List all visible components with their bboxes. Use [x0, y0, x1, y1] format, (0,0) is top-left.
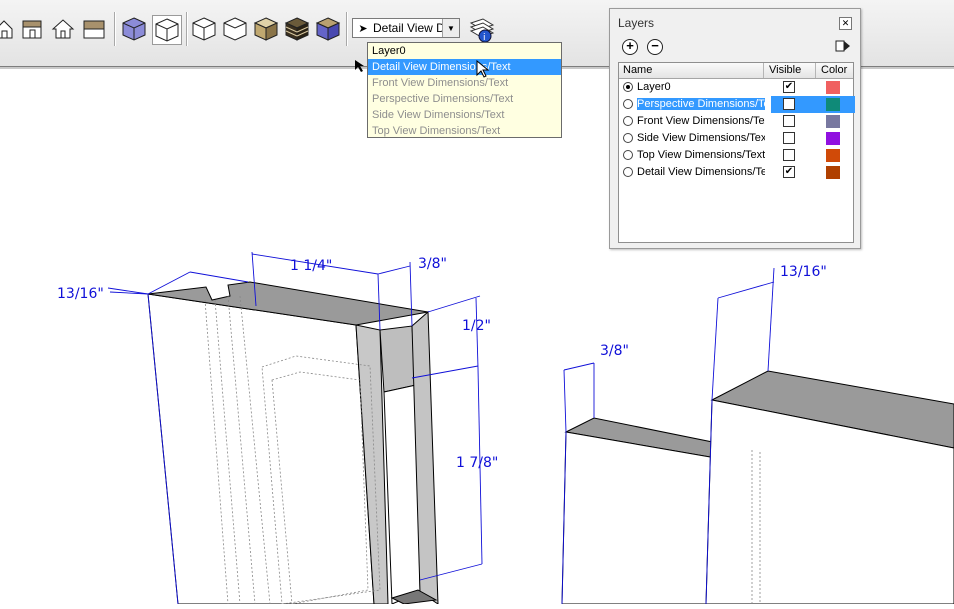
layers-list: Layer0 ✔ Perspective Dimensions/Te Front Vi… [619, 79, 855, 181]
layer-name[interactable]: Front View Dimensions/Tex [637, 115, 765, 127]
layer-row[interactable]: Perspective Dimensions/Te [619, 96, 855, 113]
xray-cube-icon[interactable] [120, 15, 148, 43]
layer-color-swatch[interactable] [826, 132, 840, 145]
monochrome-cube-icon[interactable] [314, 15, 342, 43]
visible-checkbox[interactable] [783, 115, 795, 127]
layer-row[interactable]: Front View Dimensions/Tex [619, 113, 853, 130]
layer-name[interactable]: Layer0 [637, 81, 765, 93]
plus-circle-icon[interactable]: + [622, 39, 638, 55]
middle-piece-front [561, 431, 717, 605]
house-front-icon[interactable] [18, 15, 46, 43]
dim-1-2: 1/2" [462, 318, 491, 334]
visible-checkbox[interactable] [783, 132, 795, 144]
layer-color-swatch[interactable] [826, 81, 840, 94]
visible-checkbox[interactable]: ✔ [783, 166, 795, 178]
chevron-down-icon[interactable]: ▼ [442, 19, 459, 37]
layer-row[interactable]: Top View Dimensions/Text [619, 147, 853, 164]
layer-row[interactable]: Detail View Dimensions/Tex ✔ [619, 164, 853, 181]
house-icon[interactable] [0, 15, 18, 43]
hidden-line-cube-icon[interactable] [221, 15, 249, 43]
layers-window-title: Layers [618, 16, 655, 30]
left-piece-rebate [379, 325, 417, 393]
arrow-cursor-icon: ➤ [358, 22, 368, 35]
visible-checkbox[interactable]: ✔ [783, 81, 795, 93]
hidden-line-cube-icon[interactable] [190, 15, 218, 43]
layer-option[interactable]: Perspective Dimensions/Text [368, 91, 561, 107]
dim-13-16-right: 13/16" [780, 264, 827, 280]
layers-table-header: Name Visible Color [619, 63, 853, 79]
layer-row[interactable]: Side View Dimensions/Text [619, 130, 853, 147]
house-roof-icon[interactable] [80, 15, 108, 43]
layers-table: Name Visible Color Layer0 ✔ Perspective Di… [618, 62, 855, 243]
dim-1-1-4: 1 1/4" [290, 258, 332, 274]
dim-13-16-left: 13/16" [57, 286, 104, 302]
layer-option[interactable]: Front View Dimensions/Text [368, 75, 561, 91]
layer-option-selected[interactable]: Detail View Dimensions/Text [368, 59, 561, 75]
shaded-cube-icon[interactable] [252, 15, 280, 43]
layer-name[interactable]: Perspective Dimensions/Te [637, 98, 765, 110]
arrow-cursor-icon [476, 60, 490, 78]
layer-option[interactable]: Side View Dimensions/Text [368, 107, 561, 123]
layer-row[interactable]: Layer0 ✔ [619, 79, 853, 96]
dim-3-8-middle: 3/8" [600, 343, 629, 359]
shaded-textures-cube-icon[interactable] [283, 15, 311, 43]
house-outline-icon[interactable] [49, 15, 77, 43]
layer-select-value: Detail View Di [373, 21, 442, 35]
layer-color-swatch[interactable] [826, 98, 840, 111]
column-header-color[interactable]: Color [821, 64, 847, 76]
close-icon[interactable]: ✕ [839, 17, 852, 30]
active-layer-radio[interactable] [623, 167, 633, 177]
column-header-visible[interactable]: Visible [769, 64, 801, 76]
layer-select[interactable]: ➤ Detail View Di ▼ [352, 18, 460, 38]
arrow-cursor-icon [355, 60, 364, 72]
layer-name[interactable]: Top View Dimensions/Text [637, 149, 765, 161]
wireframe-cube-icon[interactable] [152, 15, 182, 45]
active-layer-radio[interactable] [623, 99, 633, 109]
dim-3-8-top: 3/8" [418, 256, 447, 272]
column-header-name[interactable]: Name [623, 64, 652, 76]
layer-color-swatch[interactable] [826, 149, 840, 162]
layer-option[interactable]: Layer0 [368, 43, 561, 59]
left-piece-front [147, 293, 375, 605]
layer-manager-icon[interactable]: i [467, 15, 495, 43]
minus-circle-icon[interactable]: − [647, 39, 663, 55]
active-layer-radio[interactable] [623, 150, 633, 160]
layer-color-swatch[interactable] [826, 115, 840, 128]
visible-checkbox[interactable] [783, 149, 795, 161]
active-layer-radio[interactable] [623, 82, 633, 92]
dim-1-7-8: 1 7/8" [456, 455, 498, 471]
layer-color-swatch[interactable] [826, 166, 840, 179]
layer-name[interactable]: Side View Dimensions/Text [637, 132, 765, 144]
layer-option[interactable]: Top View Dimensions/Text [368, 123, 561, 139]
details-arrow-icon[interactable] [835, 38, 851, 54]
layer-dropdown-list[interactable]: Layer0 Detail View Dimensions/Text Front… [367, 42, 562, 138]
active-layer-radio[interactable] [623, 116, 633, 126]
layers-window: Layers ✕ + − Name Visible Color Layer0 ✔ P… [609, 8, 861, 249]
layer-name[interactable]: Detail View Dimensions/Tex [637, 166, 765, 178]
active-layer-radio[interactable] [623, 133, 633, 143]
visible-checkbox[interactable] [783, 98, 795, 110]
